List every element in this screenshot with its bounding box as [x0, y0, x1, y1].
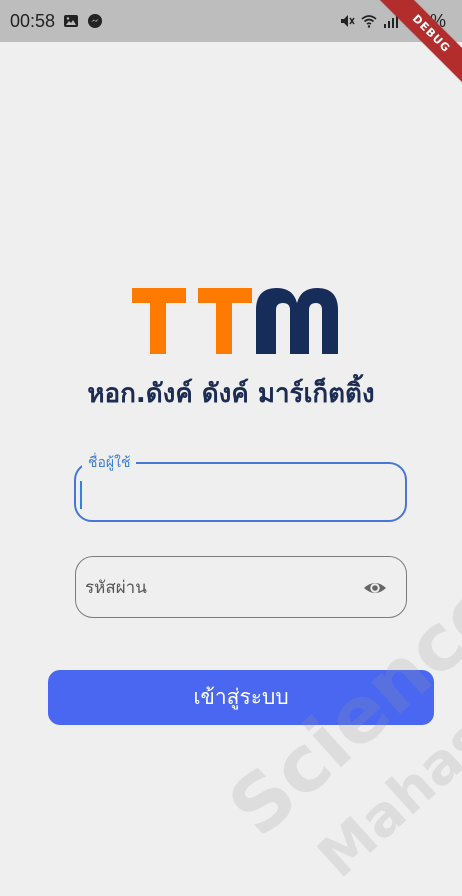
status-time: 00:58 — [10, 10, 56, 31]
password-placeholder: รหัสผ่าน — [85, 578, 147, 598]
gallery-icon — [64, 15, 79, 27]
username-label: ชื่อผู้ใช้ — [82, 452, 137, 474]
status-bar: 00:58 1.8% DEBUG — [0, 0, 462, 96]
text-cursor — [80, 481, 82, 509]
wifi-icon — [361, 15, 377, 28]
watermark: Science Der Mahasar — [212, 439, 462, 890]
brand-name: หอก.ดังค์ ดังค์ มาร์เก็ตติ้ง — [87, 379, 375, 409]
ttm-logo — [132, 288, 338, 354]
mute-icon — [340, 15, 355, 27]
messenger-icon — [88, 14, 103, 28]
status-left: 00:58 — [10, 11, 103, 32]
eye-icon[interactable] — [363, 578, 387, 598]
login-button[interactable]: เข้าสู่ระบบ — [48, 670, 434, 725]
